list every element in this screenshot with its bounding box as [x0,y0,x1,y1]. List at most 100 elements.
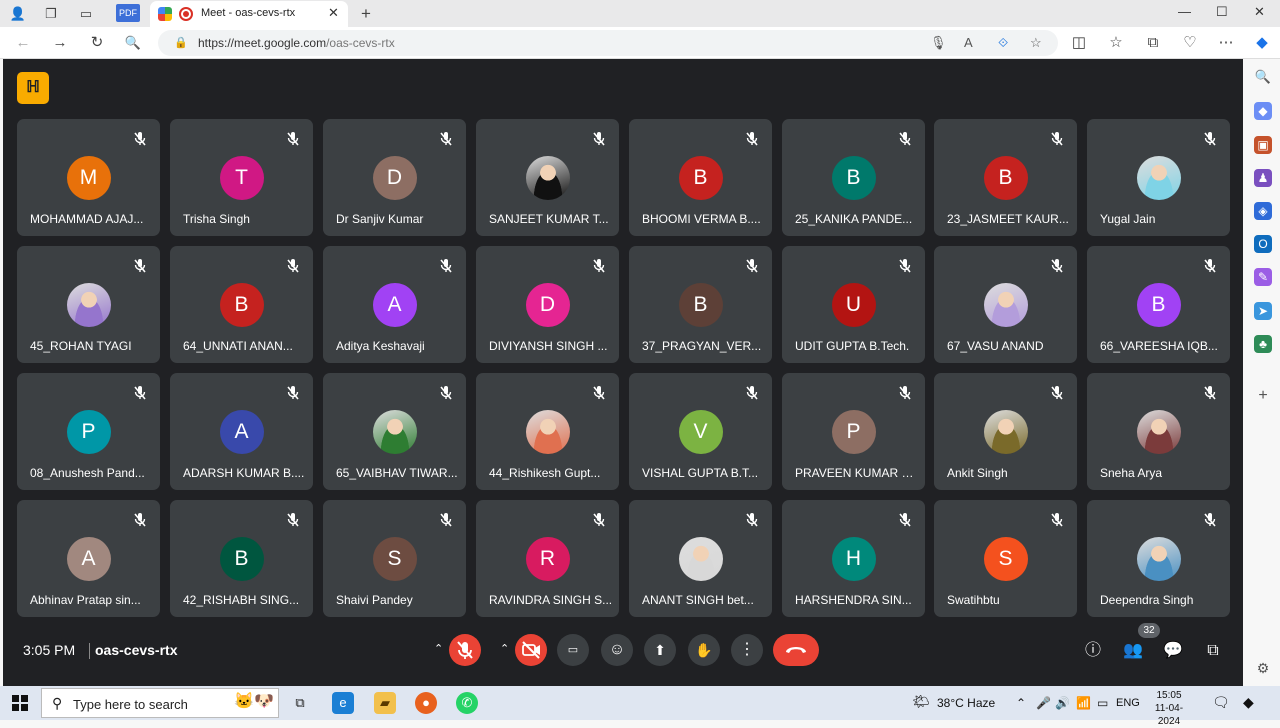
meet-app-logo[interactable]: ℍ [17,72,49,104]
participant-tile[interactable]: T Trisha Singh [170,119,313,236]
participant-tile[interactable]: B 42_RISHABH SING... [170,500,313,617]
participant-tile[interactable]: 45_ROHAN TYAGI [17,246,160,363]
participant-tile[interactable]: SANJEET KUMAR T... [476,119,619,236]
workspaces-icon[interactable]: ❐ [42,5,60,23]
close-window-icon[interactable]: ✕ [1254,4,1265,20]
read-aloud-icon[interactable]: A [964,35,973,50]
show-hidden-icons-icon[interactable]: ⌃ [1016,696,1026,710]
leave-call-button[interactable] [773,634,819,666]
weather-text[interactable]: 38°C Haze [937,696,995,710]
participant-tile[interactable]: A ADARSH KUMAR B.... [170,373,313,490]
language-indicator[interactable]: ENG [1116,697,1140,709]
sidebar-search-icon[interactable]: 🔍 [1254,68,1272,86]
whatsapp-icon[interactable]: ✆ [456,692,478,714]
new-tab-icon[interactable]: + [357,5,375,23]
collections-icon[interactable]: ⧉ [1144,34,1162,52]
chat-icon[interactable]: 💬 [1162,640,1184,662]
participant-tile[interactable]: B 23_JASMEET KAUR... [934,119,1077,236]
participant-tile[interactable]: A Aditya Keshavaji [323,246,466,363]
present-button[interactable]: ⬆ [644,634,676,666]
sidebar-shopping-icon[interactable]: ◆ [1254,102,1272,120]
file-explorer-icon[interactable]: ▰ [374,692,396,714]
more-options-button[interactable]: ⋮ [731,634,763,666]
sidebar-tools-icon[interactable]: ▣ [1254,136,1272,154]
tab-meet[interactable]: Meet - oas-cevs-rtx ✕ [150,1,348,27]
participant-tile[interactable]: B 66_VAREESHA IQB... [1087,246,1230,363]
audio-options-chevron-icon[interactable]: ⌃ [434,642,443,655]
participant-tile[interactable]: V VISHAL GUPTA B.T... [629,373,772,490]
participant-tile[interactable]: B 37_PRAGYAN_VER... [629,246,772,363]
sidebar-tree-icon[interactable]: ♣ [1254,335,1272,353]
participant-tile[interactable]: 44_Rishikesh Gupt... [476,373,619,490]
participant-tile[interactable]: M MOHAMMAD AJAJ... [17,119,160,236]
participant-tile[interactable]: B 64_UNNATI ANAN... [170,246,313,363]
sidebar-settings-icon[interactable]: ⚙ [1254,659,1272,677]
participant-tile[interactable]: Ankit Singh [934,373,1077,490]
battery-icon[interactable]: ▭ [1097,696,1108,710]
speaker-icon[interactable]: 🔊 [1055,696,1070,710]
mic-tray-icon[interactable]: 🎤 [1036,696,1051,710]
meeting-info-icon[interactable]: ⓘ [1082,640,1104,662]
raise-hand-button[interactable]: ✋ [688,634,720,666]
activities-icon[interactable]: ⧉ [1202,640,1224,662]
microphone-icon[interactable]: 🎙 [930,35,947,51]
search-icon[interactable]: 🔍 [124,34,142,52]
sidebar-microsoft365-icon[interactable]: ◈ [1254,202,1272,220]
edge-browser-icon[interactable]: e [332,692,354,714]
windows-start-icon[interactable] [12,695,28,711]
sidebar-outlook-icon[interactable]: O [1254,235,1272,253]
participant-tile[interactable]: U UDIT GUPTA B.Tech. [782,246,925,363]
sidebar-games-icon[interactable]: ♟ [1254,169,1272,187]
reactions-button[interactable]: ☺ [601,634,633,666]
forward-icon[interactable]: → [51,34,69,52]
participant-tile[interactable]: D Dr Sanjiv Kumar [323,119,466,236]
participant-tile[interactable]: H HARSHENDRA SIN... [782,500,925,617]
copilot-taskbar-icon[interactable]: ◆ [1243,694,1254,711]
favorites-icon[interactable]: ☆ [1107,34,1125,52]
participant-tile[interactable]: P 08_Anushesh Pand... [17,373,160,490]
sidebar-designer-icon[interactable]: ✎ [1254,268,1272,286]
participant-tile[interactable]: A Abhinav Pratap sin... [17,500,160,617]
taskbar-search[interactable]: ⚲ Type here to search 🐱🐶 [41,688,279,718]
taskbar-clock[interactable]: 15:05 11-04-2024 [1146,689,1192,728]
video-options-chevron-icon[interactable]: ⌃ [500,642,509,655]
refresh-icon[interactable]: ↻ [88,34,106,52]
participant-tile[interactable]: B BHOOMI VERMA B.... [629,119,772,236]
close-tab-icon[interactable]: ✕ [328,5,339,21]
people-icon[interactable]: 👥 [1122,640,1144,662]
participant-tile[interactable]: S Shaivi Pandey [323,500,466,617]
participant-tile[interactable]: P PRAVEEN KUMAR S... [782,373,925,490]
maximize-icon[interactable]: ☐ [1216,4,1228,20]
minimize-icon[interactable]: — [1178,4,1191,19]
camera-toggle-button[interactable] [515,634,547,666]
participant-tile[interactable]: Yugal Jain [1087,119,1230,236]
participant-tile[interactable]: Deependra Singh [1087,500,1230,617]
participant-tile[interactable]: 65_VAIBHAV TIWAR... [323,373,466,490]
participant-tile[interactable]: ANANT SINGH bet... [629,500,772,617]
address-bar[interactable]: 🔒 https://meet.google.com/oas-cevs-rtx 🎙… [158,30,1058,56]
notifications-icon[interactable]: 🗨 [1212,694,1230,711]
wifi-icon[interactable]: 📶 [1076,696,1091,710]
lock-icon[interactable]: 🔒 [174,36,188,49]
participant-tile[interactable]: B 25_KANIKA PANDE... [782,119,925,236]
mic-toggle-button[interactable] [449,634,481,666]
split-screen-icon[interactable]: ◫ [1070,34,1088,52]
favorite-star-icon[interactable]: ☆ [1030,35,1042,51]
browser-essentials-icon[interactable]: ♡ [1181,34,1199,52]
translate-icon[interactable]: ⟐ [998,35,1008,51]
participant-tile[interactable]: D DIVIYANSH SINGH ... [476,246,619,363]
sidebar-send-icon[interactable]: ➤ [1254,302,1272,320]
participant-tile[interactable]: S Swatihbtu [934,500,1077,617]
more-menu-icon[interactable]: ⋯ [1217,34,1235,52]
tab-actions-icon[interactable]: ▭ [77,5,95,23]
sidebar-add-icon[interactable]: + [1254,387,1272,405]
profile-icon[interactable]: 👤 [9,5,27,23]
participant-tile[interactable]: R RAVINDRA SINGH S... [476,500,619,617]
copilot-icon[interactable]: ◆ [1253,34,1271,52]
pdf-tab[interactable]: PDF [116,4,140,22]
captions-button[interactable]: ▭ [557,634,589,666]
firefox-icon[interactable]: ● [415,692,437,714]
participant-tile[interactable]: 67_VASU ANAND [934,246,1077,363]
participant-tile[interactable]: Sneha Arya [1087,373,1230,490]
task-view-icon[interactable]: ⧉ [289,692,311,714]
